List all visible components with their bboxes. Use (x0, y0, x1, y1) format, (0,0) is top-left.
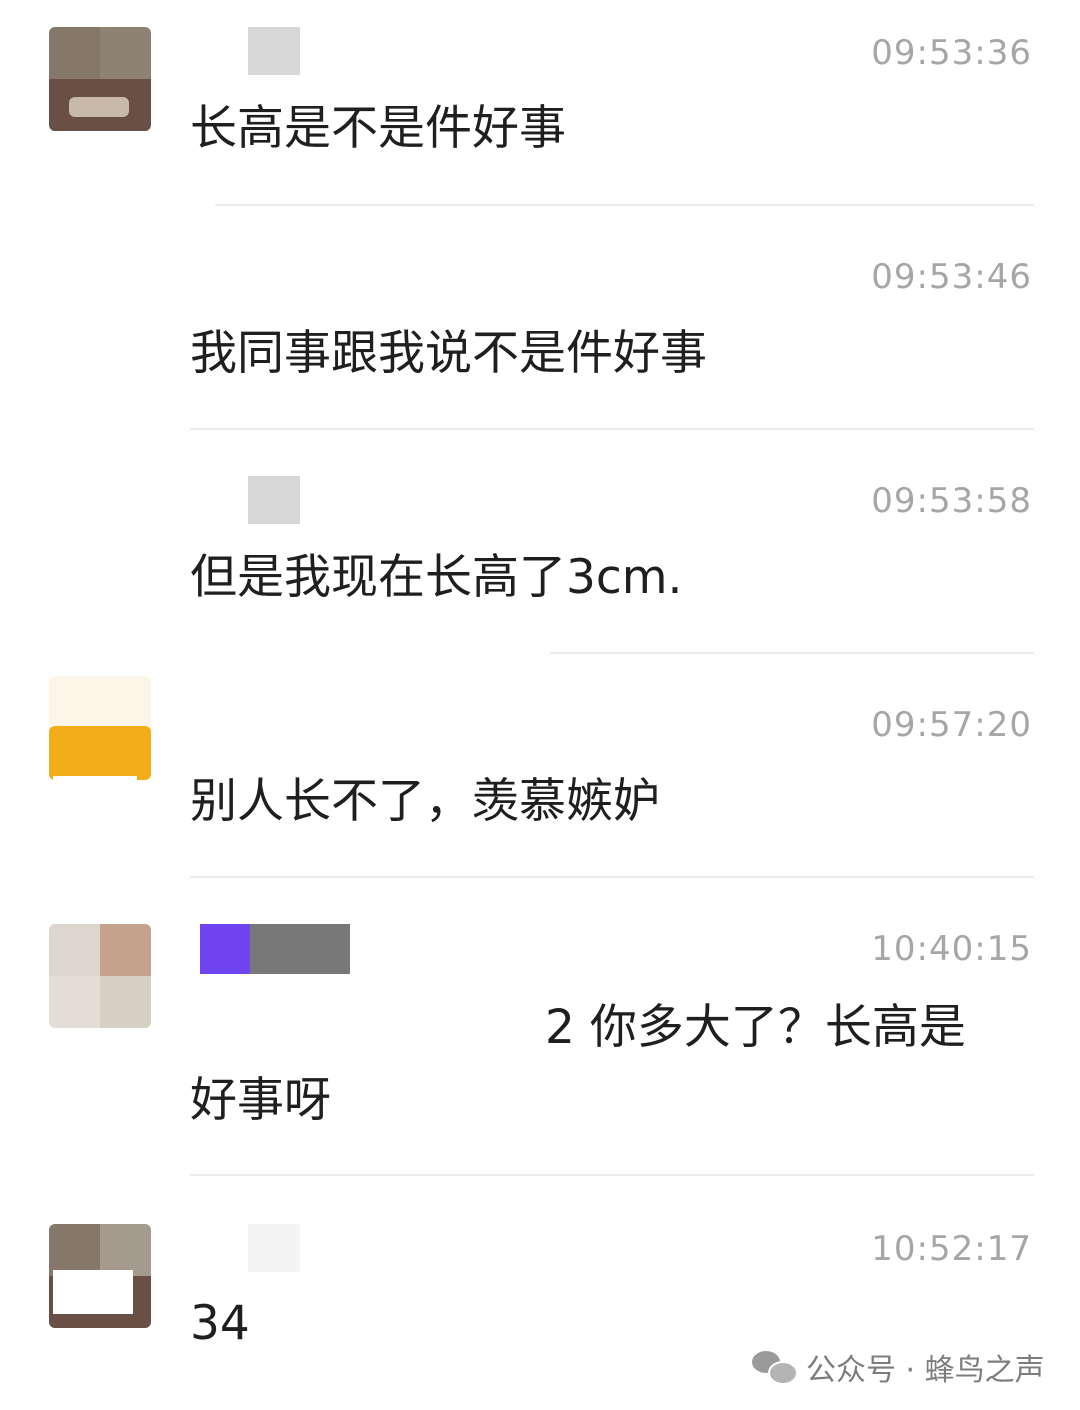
avatar[interactable] (49, 27, 151, 131)
sender-name-redacted (248, 27, 300, 75)
watermark: 公众号 · 蜂鸟之声 (752, 1346, 1045, 1388)
message-text: 别人长不了，羡慕嫉妒 (190, 774, 660, 829)
chat-message: 10:40:15 2 你多大了？长高是 好事呀 (0, 882, 1080, 1178)
sender-name-redacted (200, 924, 350, 974)
sender-name-redacted (248, 1224, 300, 1272)
divider (550, 652, 1034, 654)
divider (190, 876, 1034, 878)
message-text: 长高是不是件好事 (190, 101, 566, 156)
divider (190, 1174, 1034, 1176)
chat-message: 09:53:58 但是我现在长高了3cm. (0, 434, 1080, 658)
message-text: 我同事跟我说不是件好事 (190, 326, 707, 381)
chat-message: 09:53:46 我同事跟我说不是件好事 (0, 210, 1080, 434)
avatar[interactable] (49, 1224, 151, 1328)
chat-message: 09:53:36 长高是不是件好事 (0, 0, 1080, 210)
avatar[interactable] (49, 924, 151, 1028)
message-time: 10:40:15 (871, 929, 1032, 969)
message-time: 09:53:58 (871, 481, 1032, 521)
message-time: 09:53:36 (871, 33, 1032, 73)
sender-name-redacted (248, 476, 300, 524)
message-time: 09:57:20 (871, 705, 1032, 745)
message-time: 10:52:17 (871, 1229, 1032, 1269)
wechat-icon (752, 1349, 798, 1385)
chat-message: 09:57:20 别人长不了，羡慕嫉妒 (0, 658, 1080, 882)
message-text-line: 好事呀 (190, 1073, 331, 1128)
message-time: 09:53:46 (871, 257, 1032, 297)
divider (190, 428, 1034, 430)
message-text: 34 (190, 1296, 250, 1351)
message-text-line: 2 你多大了？长高是 (545, 1000, 966, 1055)
watermark-text: 公众号 · 蜂鸟之声 (806, 1353, 1045, 1388)
divider (215, 204, 1034, 206)
avatar[interactable] (49, 676, 151, 780)
message-text: 但是我现在长高了3cm. (190, 550, 683, 605)
